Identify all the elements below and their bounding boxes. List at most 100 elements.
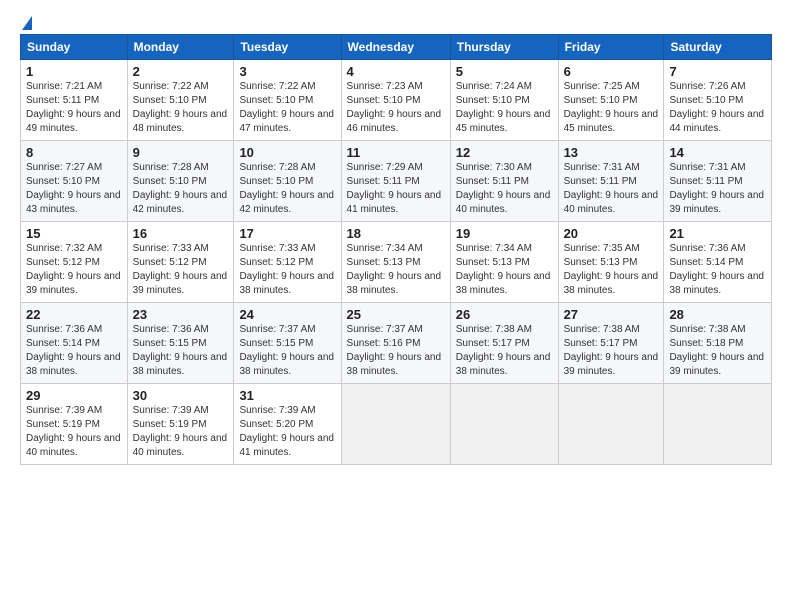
calendar-cell: 26 Sunrise: 7:38 AMSunset: 5:17 PMDaylig… (450, 303, 558, 384)
calendar-week-3: 15 Sunrise: 7:32 AMSunset: 5:12 PMDaylig… (21, 222, 772, 303)
calendar-cell: 4 Sunrise: 7:23 AMSunset: 5:10 PMDayligh… (341, 60, 450, 141)
day-header-thursday: Thursday (450, 35, 558, 60)
day-header-sunday: Sunday (21, 35, 128, 60)
calendar-cell: 1 Sunrise: 7:21 AMSunset: 5:11 PMDayligh… (21, 60, 128, 141)
calendar-cell: 30 Sunrise: 7:39 AMSunset: 5:19 PMDaylig… (127, 384, 234, 465)
day-number: 11 (347, 145, 445, 160)
calendar-cell (450, 384, 558, 465)
day-info: Sunrise: 7:32 AMSunset: 5:12 PMDaylight:… (26, 243, 121, 296)
day-header-wednesday: Wednesday (341, 35, 450, 60)
calendar-cell: 27 Sunrise: 7:38 AMSunset: 5:17 PMDaylig… (558, 303, 664, 384)
day-number: 31 (239, 388, 335, 403)
day-info: Sunrise: 7:34 AMSunset: 5:13 PMDaylight:… (456, 243, 551, 296)
day-info: Sunrise: 7:34 AMSunset: 5:13 PMDaylight:… (347, 243, 442, 296)
calendar-cell: 3 Sunrise: 7:22 AMSunset: 5:10 PMDayligh… (234, 60, 341, 141)
calendar-cell: 18 Sunrise: 7:34 AMSunset: 5:13 PMDaylig… (341, 222, 450, 303)
day-info: Sunrise: 7:23 AMSunset: 5:10 PMDaylight:… (347, 81, 442, 134)
calendar-cell: 17 Sunrise: 7:33 AMSunset: 5:12 PMDaylig… (234, 222, 341, 303)
day-info: Sunrise: 7:33 AMSunset: 5:12 PMDaylight:… (239, 243, 334, 296)
day-info: Sunrise: 7:24 AMSunset: 5:10 PMDaylight:… (456, 81, 551, 134)
day-header-tuesday: Tuesday (234, 35, 341, 60)
day-header-saturday: Saturday (664, 35, 772, 60)
day-info: Sunrise: 7:38 AMSunset: 5:18 PMDaylight:… (669, 324, 764, 377)
day-info: Sunrise: 7:22 AMSunset: 5:10 PMDaylight:… (239, 81, 334, 134)
day-number: 26 (456, 307, 553, 322)
day-number: 12 (456, 145, 553, 160)
calendar-cell: 12 Sunrise: 7:30 AMSunset: 5:11 PMDaylig… (450, 141, 558, 222)
day-number: 1 (26, 64, 122, 79)
day-info: Sunrise: 7:39 AMSunset: 5:19 PMDaylight:… (26, 405, 121, 458)
calendar-table: SundayMondayTuesdayWednesdayThursdayFrid… (20, 34, 772, 465)
day-number: 27 (564, 307, 659, 322)
day-info: Sunrise: 7:36 AMSunset: 5:14 PMDaylight:… (26, 324, 121, 377)
day-info: Sunrise: 7:27 AMSunset: 5:10 PMDaylight:… (26, 162, 121, 215)
day-header-friday: Friday (558, 35, 664, 60)
day-number: 4 (347, 64, 445, 79)
day-number: 18 (347, 226, 445, 241)
day-info: Sunrise: 7:28 AMSunset: 5:10 PMDaylight:… (133, 162, 228, 215)
calendar-week-2: 8 Sunrise: 7:27 AMSunset: 5:10 PMDayligh… (21, 141, 772, 222)
calendar-week-4: 22 Sunrise: 7:36 AMSunset: 5:14 PMDaylig… (21, 303, 772, 384)
day-number: 9 (133, 145, 229, 160)
day-number: 13 (564, 145, 659, 160)
day-number: 30 (133, 388, 229, 403)
day-info: Sunrise: 7:36 AMSunset: 5:14 PMDaylight:… (669, 243, 764, 296)
day-info: Sunrise: 7:29 AMSunset: 5:11 PMDaylight:… (347, 162, 442, 215)
calendar-cell: 28 Sunrise: 7:38 AMSunset: 5:18 PMDaylig… (664, 303, 772, 384)
day-number: 25 (347, 307, 445, 322)
day-info: Sunrise: 7:39 AMSunset: 5:20 PMDaylight:… (239, 405, 334, 458)
day-number: 14 (669, 145, 766, 160)
calendar-body: 1 Sunrise: 7:21 AMSunset: 5:11 PMDayligh… (21, 60, 772, 465)
calendar-cell: 23 Sunrise: 7:36 AMSunset: 5:15 PMDaylig… (127, 303, 234, 384)
day-info: Sunrise: 7:38 AMSunset: 5:17 PMDaylight:… (564, 324, 659, 377)
calendar-cell: 5 Sunrise: 7:24 AMSunset: 5:10 PMDayligh… (450, 60, 558, 141)
calendar-cell: 16 Sunrise: 7:33 AMSunset: 5:12 PMDaylig… (127, 222, 234, 303)
day-number: 28 (669, 307, 766, 322)
day-number: 23 (133, 307, 229, 322)
day-number: 24 (239, 307, 335, 322)
calendar-week-1: 1 Sunrise: 7:21 AMSunset: 5:11 PMDayligh… (21, 60, 772, 141)
day-info: Sunrise: 7:39 AMSunset: 5:19 PMDaylight:… (133, 405, 228, 458)
calendar-cell (664, 384, 772, 465)
calendar-cell: 22 Sunrise: 7:36 AMSunset: 5:14 PMDaylig… (21, 303, 128, 384)
day-number: 15 (26, 226, 122, 241)
calendar-cell: 20 Sunrise: 7:35 AMSunset: 5:13 PMDaylig… (558, 222, 664, 303)
day-info: Sunrise: 7:28 AMSunset: 5:10 PMDaylight:… (239, 162, 334, 215)
day-info: Sunrise: 7:37 AMSunset: 5:16 PMDaylight:… (347, 324, 442, 377)
calendar-cell: 21 Sunrise: 7:36 AMSunset: 5:14 PMDaylig… (664, 222, 772, 303)
calendar-page: SundayMondayTuesdayWednesdayThursdayFrid… (0, 0, 792, 612)
day-info: Sunrise: 7:22 AMSunset: 5:10 PMDaylight:… (133, 81, 228, 134)
day-number: 7 (669, 64, 766, 79)
day-info: Sunrise: 7:31 AMSunset: 5:11 PMDaylight:… (669, 162, 764, 215)
logo (20, 16, 32, 28)
day-number: 16 (133, 226, 229, 241)
day-number: 3 (239, 64, 335, 79)
day-info: Sunrise: 7:25 AMSunset: 5:10 PMDaylight:… (564, 81, 659, 134)
day-number: 17 (239, 226, 335, 241)
day-info: Sunrise: 7:30 AMSunset: 5:11 PMDaylight:… (456, 162, 551, 215)
day-number: 2 (133, 64, 229, 79)
day-info: Sunrise: 7:36 AMSunset: 5:15 PMDaylight:… (133, 324, 228, 377)
day-info: Sunrise: 7:35 AMSunset: 5:13 PMDaylight:… (564, 243, 659, 296)
day-number: 5 (456, 64, 553, 79)
day-number: 22 (26, 307, 122, 322)
calendar-cell: 15 Sunrise: 7:32 AMSunset: 5:12 PMDaylig… (21, 222, 128, 303)
calendar-cell: 13 Sunrise: 7:31 AMSunset: 5:11 PMDaylig… (558, 141, 664, 222)
calendar-cell: 10 Sunrise: 7:28 AMSunset: 5:10 PMDaylig… (234, 141, 341, 222)
day-number: 8 (26, 145, 122, 160)
calendar-cell: 14 Sunrise: 7:31 AMSunset: 5:11 PMDaylig… (664, 141, 772, 222)
calendar-cell: 31 Sunrise: 7:39 AMSunset: 5:20 PMDaylig… (234, 384, 341, 465)
day-info: Sunrise: 7:37 AMSunset: 5:15 PMDaylight:… (239, 324, 334, 377)
calendar-cell: 25 Sunrise: 7:37 AMSunset: 5:16 PMDaylig… (341, 303, 450, 384)
day-number: 29 (26, 388, 122, 403)
logo-flag-icon (22, 16, 32, 30)
day-number: 10 (239, 145, 335, 160)
day-header-monday: Monday (127, 35, 234, 60)
day-info: Sunrise: 7:33 AMSunset: 5:12 PMDaylight:… (133, 243, 228, 296)
calendar-cell: 7 Sunrise: 7:26 AMSunset: 5:10 PMDayligh… (664, 60, 772, 141)
calendar-cell: 9 Sunrise: 7:28 AMSunset: 5:10 PMDayligh… (127, 141, 234, 222)
day-number: 20 (564, 226, 659, 241)
calendar-week-5: 29 Sunrise: 7:39 AMSunset: 5:19 PMDaylig… (21, 384, 772, 465)
calendar-cell (341, 384, 450, 465)
calendar-cell (558, 384, 664, 465)
